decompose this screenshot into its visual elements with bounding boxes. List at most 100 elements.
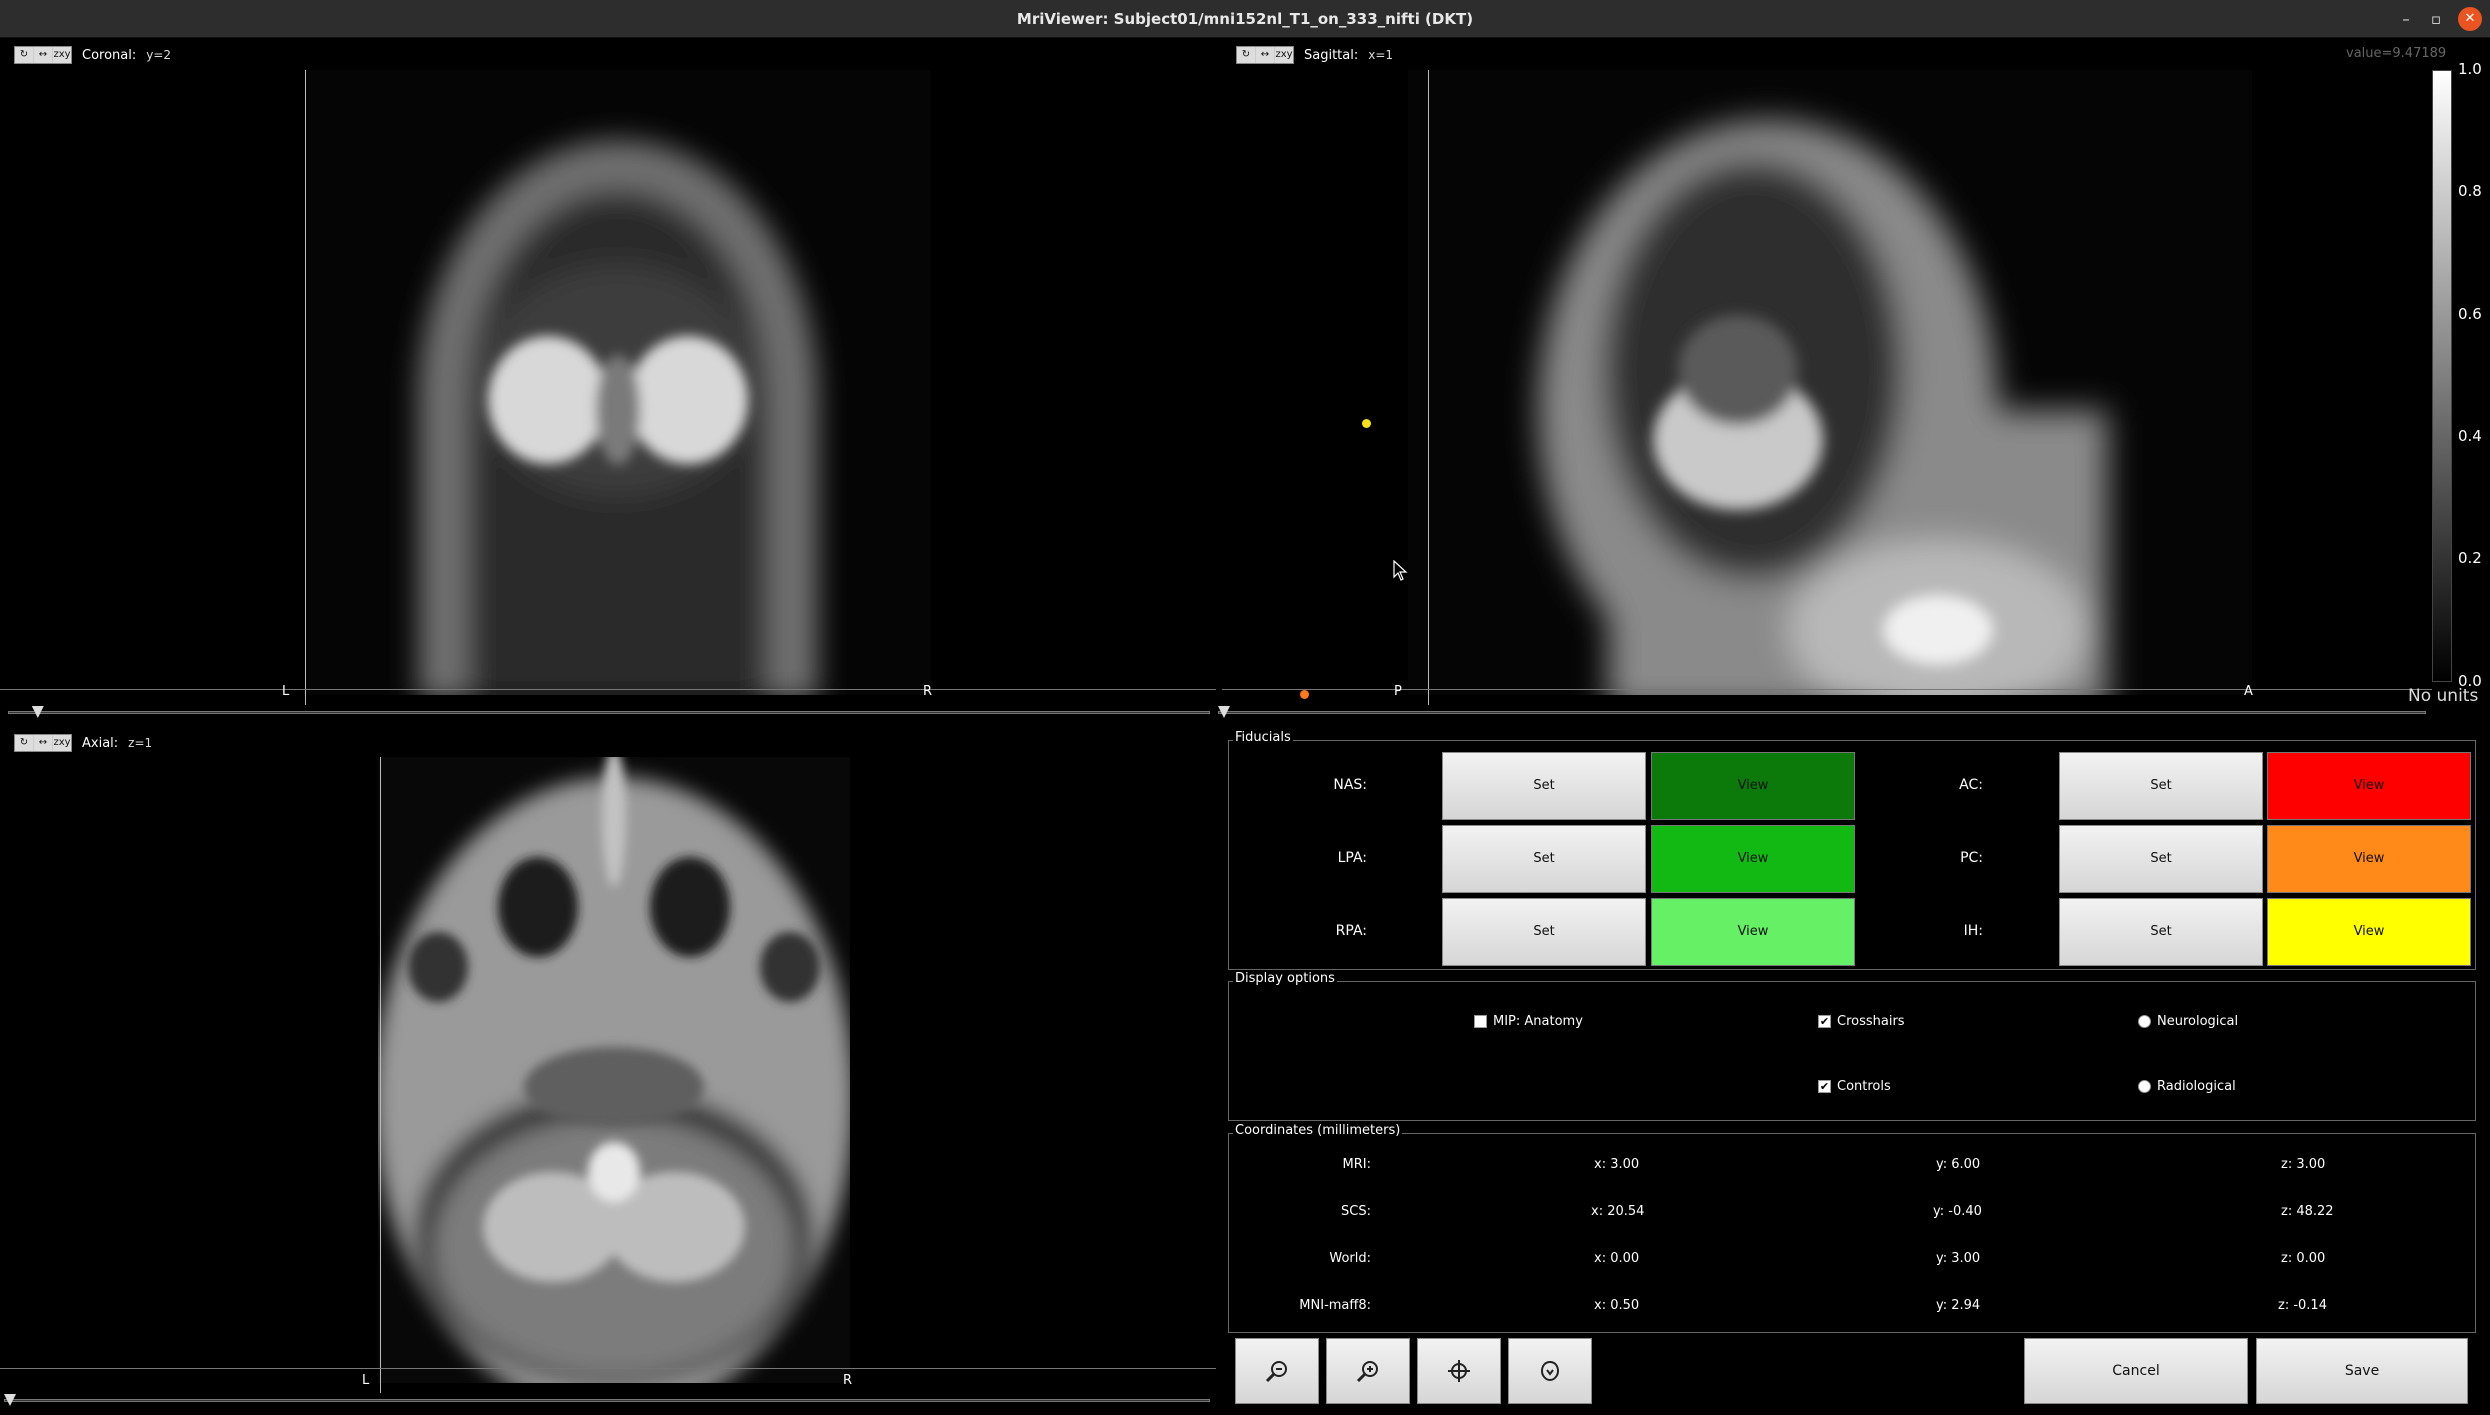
nas-set-button[interactable]: Set [1442, 752, 1646, 820]
coronal-left-label: L [282, 684, 290, 699]
fiducial-marker-yellow[interactable] [1362, 419, 1371, 428]
sagittal-coord: x=1 [1368, 48, 1394, 62]
scs-x: x: 20.54 [1591, 1204, 1645, 1219]
radiological-radio[interactable]: Radiological [2138, 1079, 2236, 1094]
pc-view-button[interactable]: View [2267, 825, 2471, 893]
center-crosshair-button[interactable] [1417, 1338, 1501, 1404]
colorbar-units: No units [2408, 686, 2479, 706]
cancel-button[interactable]: Cancel [2024, 1338, 2248, 1404]
close-icon[interactable]: ✕ [2458, 7, 2482, 31]
axial-view[interactable]: ↻ ↔ zxy Axial: z=1 L R [0, 727, 1216, 1393]
coronal-crosshair-v [305, 70, 306, 705]
controls-checkbox[interactable]: ✔ Controls [1818, 1079, 1891, 1094]
mri-y: y: 6.00 [1936, 1157, 1981, 1172]
axial-image[interactable] [378, 757, 850, 1383]
colorbar [2432, 70, 2452, 682]
rotate-icon[interactable]: ↻ [15, 735, 33, 751]
ac-view-button[interactable]: View [2267, 752, 2471, 820]
minimize-icon[interactable]: – [2394, 7, 2418, 31]
sagittal-slider-track [1218, 711, 2426, 714]
pc-set-button[interactable]: Set [2059, 825, 2263, 893]
axial-coord: z=1 [128, 736, 153, 750]
zoom-out-icon [1265, 1361, 1287, 1383]
lpa-view-button[interactable]: View [1651, 825, 1855, 893]
coronal-coord: y=2 [146, 48, 172, 62]
world-y: y: 3.00 [1936, 1251, 1981, 1266]
axial-right-label: R [843, 1373, 853, 1388]
controls-label: Controls [1837, 1079, 1891, 1094]
fiducial-marker-orange[interactable] [1300, 690, 1309, 699]
coronal-tools[interactable]: ↻ ↔ zxy [14, 46, 72, 64]
sagittal-header: ↻ ↔ zxy Sagittal: x=1 [1236, 45, 1393, 65]
mri-x: x: 3.00 [1594, 1157, 1640, 1172]
sagittal-slice-slider[interactable] [1218, 706, 2426, 720]
ac-set-button[interactable]: Set [2059, 752, 2263, 820]
radiological-radio-button[interactable] [2138, 1080, 2151, 1093]
maximize-icon[interactable]: ▫ [2424, 7, 2448, 31]
axes-icon[interactable]: zxy [53, 47, 71, 63]
coronal-name: Coronal: [82, 47, 137, 63]
crosshairs-label: Crosshairs [1837, 1014, 1905, 1029]
ih-set-button[interactable]: Set [2059, 898, 2263, 966]
ih-label: IH: [1963, 923, 1983, 939]
lpa-set-button[interactable]: Set [1442, 825, 1646, 893]
fiducials-title: Fiducials [1233, 730, 1293, 745]
colorbar-tick: 0.8 [2458, 182, 2482, 200]
mni-label: MNI-maff8: [1299, 1298, 1371, 1313]
pc-label: PC: [1960, 850, 1983, 866]
mri-z: z: 3.00 [2281, 1157, 2326, 1172]
axial-name: Axial: [82, 735, 119, 751]
crosshairs-check-box[interactable]: ✔ [1818, 1015, 1831, 1028]
mri-label: MRI: [1342, 1157, 1371, 1172]
coronal-crosshair-h [0, 689, 1216, 690]
colorbar-tick: 0.4 [2458, 427, 2482, 445]
rotate-icon[interactable]: ↻ [1237, 47, 1255, 63]
rpa-view-button[interactable]: View [1651, 898, 1855, 966]
coordinates-title: Coordinates (millimeters) [1233, 1123, 1403, 1138]
axial-slice-slider[interactable] [4, 1394, 1210, 1408]
rotate-icon[interactable]: ↻ [15, 47, 33, 63]
colorbar-tick: 1.0 [2458, 60, 2482, 78]
mip-anatomy-checkbox[interactable]: MIP: Anatomy [1474, 1014, 1583, 1029]
sagittal-name: Sagittal: [1304, 47, 1359, 63]
head-surface-button[interactable] [1508, 1338, 1592, 1404]
axes-icon[interactable]: zxy [53, 735, 71, 751]
mouse-cursor-icon [1393, 560, 1408, 581]
scs-z: z: 48.22 [2281, 1204, 2334, 1219]
title-bar: MriViewer: Subject01/mni152nl_T1_on_333_… [0, 0, 2490, 38]
flip-icon[interactable]: ↔ [1256, 47, 1274, 63]
controls-check-box[interactable]: ✔ [1818, 1080, 1831, 1093]
colorbar-tick: 0.6 [2458, 305, 2482, 323]
sagittal-tools[interactable]: ↻ ↔ zxy [1236, 46, 1294, 64]
zoom-in-button[interactable] [1326, 1338, 1410, 1404]
mni-x: x: 0.50 [1594, 1298, 1640, 1313]
save-button[interactable]: Save [2256, 1338, 2468, 1404]
sagittal-view[interactable]: ↻ ↔ zxy Sagittal: x=1 P A [1222, 39, 2432, 705]
flip-icon[interactable]: ↔ [34, 735, 52, 751]
ih-view-button[interactable]: View [2267, 898, 2471, 966]
mni-z: z: -0.14 [2278, 1298, 2327, 1313]
axial-left-label: L [362, 1373, 370, 1388]
crosshairs-checkbox[interactable]: ✔ Crosshairs [1818, 1014, 1905, 1029]
nas-label: NAS: [1333, 777, 1367, 793]
neurological-radio-button[interactable] [2138, 1015, 2151, 1028]
axes-icon[interactable]: zxy [1275, 47, 1293, 63]
zoom-in-icon [1356, 1361, 1378, 1383]
rpa-set-button[interactable]: Set [1442, 898, 1646, 966]
radiological-label: Radiological [2157, 1079, 2236, 1094]
nas-view-button[interactable]: View [1651, 752, 1855, 820]
axial-tools[interactable]: ↻ ↔ zxy [14, 734, 72, 752]
flip-icon[interactable]: ↔ [34, 47, 52, 63]
axial-header: ↻ ↔ zxy Axial: z=1 [14, 733, 152, 753]
sagittal-crosshair-v [1428, 70, 1429, 705]
coronal-view[interactable]: ↻ ↔ zxy Coronal: y=2 L R [0, 39, 1216, 705]
world-label: World: [1329, 1251, 1371, 1266]
mip-check-box[interactable] [1474, 1015, 1487, 1028]
coronal-slider-track [8, 711, 1210, 714]
coronal-image[interactable] [305, 70, 931, 695]
coronal-slice-slider[interactable] [8, 706, 1210, 720]
sagittal-right-label: A [2244, 684, 2253, 699]
sagittal-image[interactable] [1408, 70, 2252, 695]
zoom-out-button[interactable] [1235, 1338, 1319, 1404]
neurological-radio[interactable]: Neurological [2138, 1014, 2238, 1029]
